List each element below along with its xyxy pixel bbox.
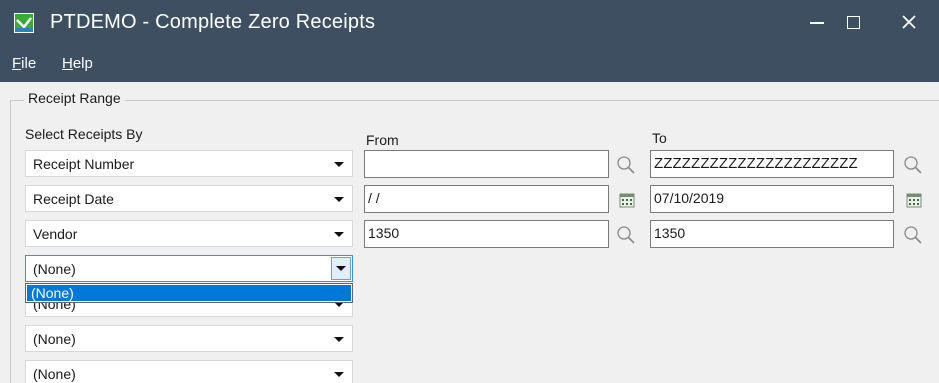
criteria-select-2[interactable]: Receipt Date: [25, 185, 353, 212]
criteria-select-3-value: Vendor: [33, 226, 78, 242]
window-title: PTDEMO - Complete Zero Receipts: [50, 11, 376, 33]
to-label: To: [652, 130, 667, 146]
receipt-number-to-input[interactable]: ZZZZZZZZZZZZZZZZZZZZZZ: [650, 150, 894, 178]
criteria-select-4[interactable]: (None): [25, 255, 353, 282]
criteria-select-1-value: Receipt Number: [33, 156, 135, 172]
search-icon[interactable]: [903, 155, 923, 175]
app-logo-icon: [14, 13, 34, 33]
chevron-down-icon: [336, 266, 346, 271]
maximize-button[interactable]: [830, 0, 876, 44]
title-bar[interactable]: PTDEMO - Complete Zero Receipts: [0, 0, 939, 48]
close-icon: [902, 15, 916, 29]
dropdown-option-none[interactable]: (None): [27, 285, 351, 301]
criteria-select-3[interactable]: Vendor: [25, 220, 353, 247]
chevron-down-icon: [334, 197, 344, 202]
criteria-select-6[interactable]: (None): [25, 325, 353, 352]
receipt-date-from-input[interactable]: / /: [364, 185, 609, 213]
menu-help[interactable]: Help: [62, 55, 93, 72]
criteria-dropdown-list: (None): [25, 283, 353, 303]
select-receipts-by-label: Select Receipts By: [25, 126, 143, 142]
vendor-from-value: 1350: [368, 225, 400, 241]
criteria-select-7-value: (None): [33, 366, 76, 382]
chevron-down-icon: [334, 232, 344, 237]
calendar-icon[interactable]: [617, 190, 637, 210]
chevron-down-icon: [334, 162, 344, 167]
from-label: From: [366, 132, 399, 148]
search-icon[interactable]: [903, 225, 923, 245]
chevron-down-icon: [334, 372, 344, 377]
vendor-to-input[interactable]: 1350: [650, 220, 894, 248]
receipt-date-to-input[interactable]: 07/10/2019: [650, 185, 894, 213]
search-icon[interactable]: [616, 225, 636, 245]
minimize-icon: [810, 22, 824, 24]
criteria-select-7[interactable]: (None): [25, 360, 353, 383]
criteria-select-6-value: (None): [33, 331, 76, 347]
receipt-number-from-input[interactable]: [364, 150, 609, 178]
chevron-down-icon: [334, 337, 344, 342]
dropdown-toggle-button[interactable]: [331, 257, 351, 280]
vendor-from-input[interactable]: 1350: [364, 220, 609, 248]
close-button[interactable]: [886, 0, 932, 44]
app-window: PTDEMO - Complete Zero Receipts File Hel…: [0, 0, 939, 383]
content-area: Receipt Range Select Receipts By From To…: [0, 82, 939, 383]
menu-file[interactable]: File: [12, 55, 36, 72]
menu-help-label: elp: [72, 55, 93, 72]
menu-bar: File Help: [0, 48, 939, 82]
maximize-icon: [846, 15, 860, 29]
receipt-number-to-value: ZZZZZZZZZZZZZZZZZZZZZZ: [654, 155, 858, 172]
menu-file-accelerator: F: [12, 55, 22, 72]
menu-help-accelerator: H: [62, 55, 73, 72]
receipt-date-from-value: / /: [368, 190, 380, 206]
menu-file-label: ile: [21, 55, 37, 72]
criteria-select-1[interactable]: Receipt Number: [25, 150, 353, 177]
receipt-range-legend: Receipt Range: [24, 90, 125, 106]
criteria-select-2-value: Receipt Date: [33, 191, 114, 207]
search-icon[interactable]: [616, 155, 636, 175]
receipt-date-to-value: 07/10/2019: [654, 190, 725, 206]
calendar-icon[interactable]: [904, 190, 924, 210]
vendor-to-value: 1350: [654, 225, 686, 241]
criteria-select-4-value: (None): [33, 261, 76, 277]
